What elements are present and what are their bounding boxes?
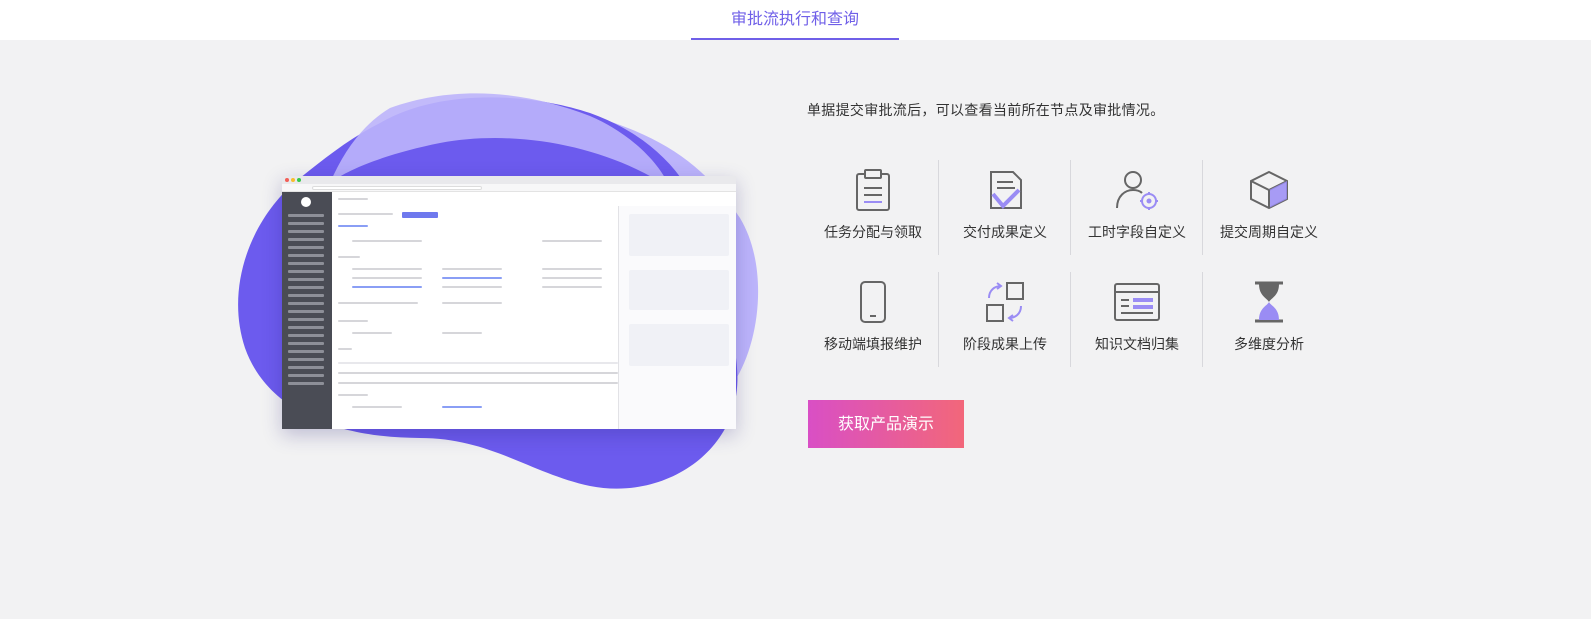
hourglass-icon [1255,281,1283,323]
app-logo-icon [301,197,311,207]
app-screenshot [282,176,736,429]
feature-deliverables: 交付成果定义 [939,160,1071,255]
app-sidebar [282,192,332,429]
feature-cycle: 提交周期自定义 [1203,160,1335,255]
feature-analysis: 多维度分析 [1203,272,1335,367]
feature-label: 阶段成果上传 [963,337,1047,353]
feature-work-hours: 工时字段自定义 [1071,160,1203,255]
document-check-icon [990,171,1022,209]
user-gear-icon [1116,171,1158,210]
browser-address-bar [282,184,736,192]
feature-label: 移动端填报维护 [824,337,922,353]
feature-mobile: 移动端填报维护 [807,272,939,367]
window-dot-icon [291,178,295,182]
feature-label: 多维度分析 [1234,337,1304,353]
mobile-icon [860,281,886,323]
clipboard-icon [856,169,890,211]
app-form-area [332,192,618,429]
browser-window-icon [1114,283,1160,321]
feature-knowledge-docs: 知识文档归集 [1071,272,1203,367]
top-tab-bar: 审批流执行和查询 [0,0,1591,40]
feature-label: 交付成果定义 [963,225,1047,241]
feature-task-assignment: 任务分配与领取 [807,160,939,255]
tab-approval-flow[interactable]: 审批流执行和查询 [691,0,899,40]
approval-flow-panel [618,206,736,429]
feature-label: 知识文档归集 [1095,337,1179,353]
feature-label: 工时字段自定义 [1088,225,1186,241]
window-dot-icon [285,178,289,182]
window-dot-icon [297,178,301,182]
feature-grid: 任务分配与领取 交付成果定义 工时字段自定义 提交周期自定义 移动端填报维护 阶… [807,160,1337,370]
feature-stage-upload: 阶段成果上传 [939,272,1071,367]
get-demo-button[interactable]: 获取产品演示 [808,400,964,448]
browser-tab-bar [282,176,736,184]
feature-label: 任务分配与领取 [824,225,922,241]
blocks-upload-icon [986,282,1024,322]
section-description: 单据提交审批流后，可以查看当前所在节点及审批情况。 [807,103,1165,119]
feature-label: 提交周期自定义 [1220,225,1318,241]
cube-icon [1250,170,1288,210]
